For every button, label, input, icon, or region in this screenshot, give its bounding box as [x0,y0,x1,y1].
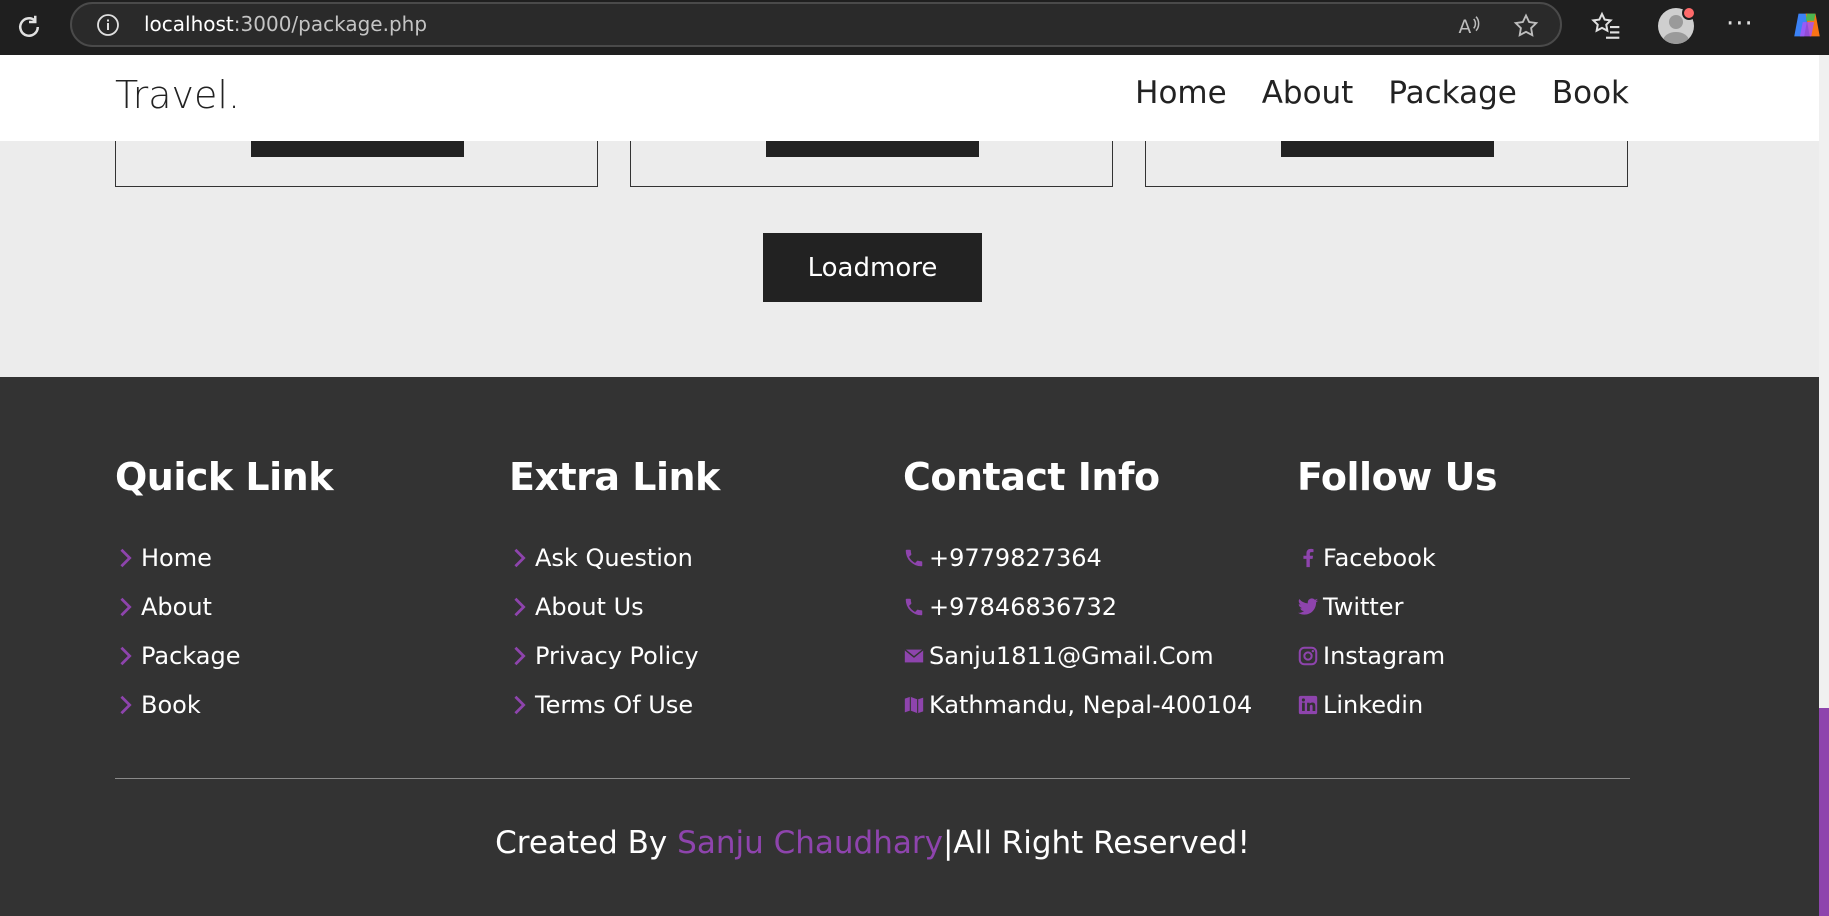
nav-about[interactable]: About [1262,75,1354,111]
twitter-icon [1297,597,1319,615]
favorites-list-icon[interactable] [1590,10,1622,42]
phone-icon [905,549,923,566]
main-nav: Home About Package Book [1135,75,1629,111]
phone-icon [905,598,923,615]
footer-link-home[interactable]: Home [115,533,333,582]
site-logo[interactable]: Travel. [115,73,240,117]
package-card-button[interactable] [251,141,464,157]
footer-link-about-us[interactable]: About Us [509,582,720,631]
nav-home[interactable]: Home [1135,75,1227,111]
chevron-right-icon [120,597,132,616]
read-aloud-icon[interactable]: A [1455,12,1483,40]
follow-us-column: Follow Us Facebook Twitter Instagram Lin… [1297,455,1498,729]
contact-phone-1[interactable]: +9779827364 [903,533,1252,582]
package-card [115,141,598,187]
nav-package[interactable]: Package [1388,75,1517,111]
envelope-icon [904,648,924,662]
extra-link-column: Extra Link Ask Question About Us Privacy… [509,455,720,729]
site-info-icon[interactable] [96,13,120,37]
footer-link-book[interactable]: Book [115,680,333,729]
contact-email[interactable]: Sanju1811@Gmail.Com [903,631,1252,680]
site-header: Travel. Home About Package Book [0,55,1819,141]
address-bar[interactable]: localhost:3000/package.php A [70,2,1562,47]
site-footer: Quick Link Home About Package Book Extra… [0,377,1819,916]
url-text[interactable]: localhost:3000/package.php [144,4,427,45]
credit-author-name: Sanju Chaudhary [677,825,943,861]
quick-link-column: Quick Link Home About Package Book [115,455,333,729]
reload-icon[interactable] [14,12,44,42]
chevron-right-icon [514,597,526,616]
nav-book[interactable]: Book [1552,75,1629,111]
credit-suffix: |All Right Reserved! [942,825,1250,861]
package-card [630,141,1113,187]
chevron-right-icon [514,646,526,665]
footer-link-privacy-policy[interactable]: Privacy Policy [509,631,720,680]
social-facebook[interactable]: Facebook [1297,533,1497,582]
url-host: localhost [144,12,234,36]
chevron-right-icon [514,695,526,714]
footer-link-about[interactable]: About [115,582,333,631]
social-linkedin[interactable]: Linkedin [1297,680,1497,729]
chevron-right-icon [514,548,526,567]
linkedin-icon [1298,695,1318,714]
page-scrollbar-thumb[interactable] [1819,708,1829,916]
footer-link-terms-of-use[interactable]: Terms Of Use [509,680,720,729]
footer-credit: Created By Sanju Chaudhary|All Right Res… [0,825,1745,861]
chevron-right-icon [120,548,132,567]
facebook-icon [1303,548,1314,567]
contact-address[interactable]: Kathmandu, Nepal-400104 [903,680,1252,729]
contact-info-title: Contact Info [903,455,1160,499]
credit-prefix: Created By [495,825,678,861]
loadmore-button[interactable]: Loadmore [763,233,982,302]
browser-toolbar: localhost:3000/package.php A ··· [0,0,1829,55]
package-card-button[interactable] [1281,141,1494,157]
quick-link-title: Quick Link [115,455,333,499]
chevron-right-icon [120,646,132,665]
url-path: :3000/package.php [233,12,428,36]
chevron-right-icon [120,695,132,714]
instagram-icon [1298,646,1318,665]
social-instagram[interactable]: Instagram [1297,631,1497,680]
footer-link-ask-question[interactable]: Ask Question [509,533,720,582]
extra-link-title: Extra Link [509,455,720,499]
contact-phone-2[interactable]: +97846836732 [903,582,1252,631]
contact-info-column: Contact Info +9779827364 +97846836732 Sa… [903,455,1252,729]
favorite-star-icon[interactable] [1512,12,1540,40]
notification-dot [1682,6,1696,20]
package-section: Loadmore [0,141,1819,377]
map-icon [904,696,924,713]
more-options-icon[interactable]: ··· [1726,6,1754,42]
svg-text:A: A [1459,17,1472,38]
package-card [1145,141,1628,187]
footer-divider [115,778,1630,779]
follow-us-title: Follow Us [1297,455,1498,499]
social-twitter[interactable]: Twitter [1297,582,1497,631]
footer-link-package[interactable]: Package [115,631,333,680]
package-card-button[interactable] [766,141,979,157]
copilot-icon[interactable] [1790,8,1824,42]
